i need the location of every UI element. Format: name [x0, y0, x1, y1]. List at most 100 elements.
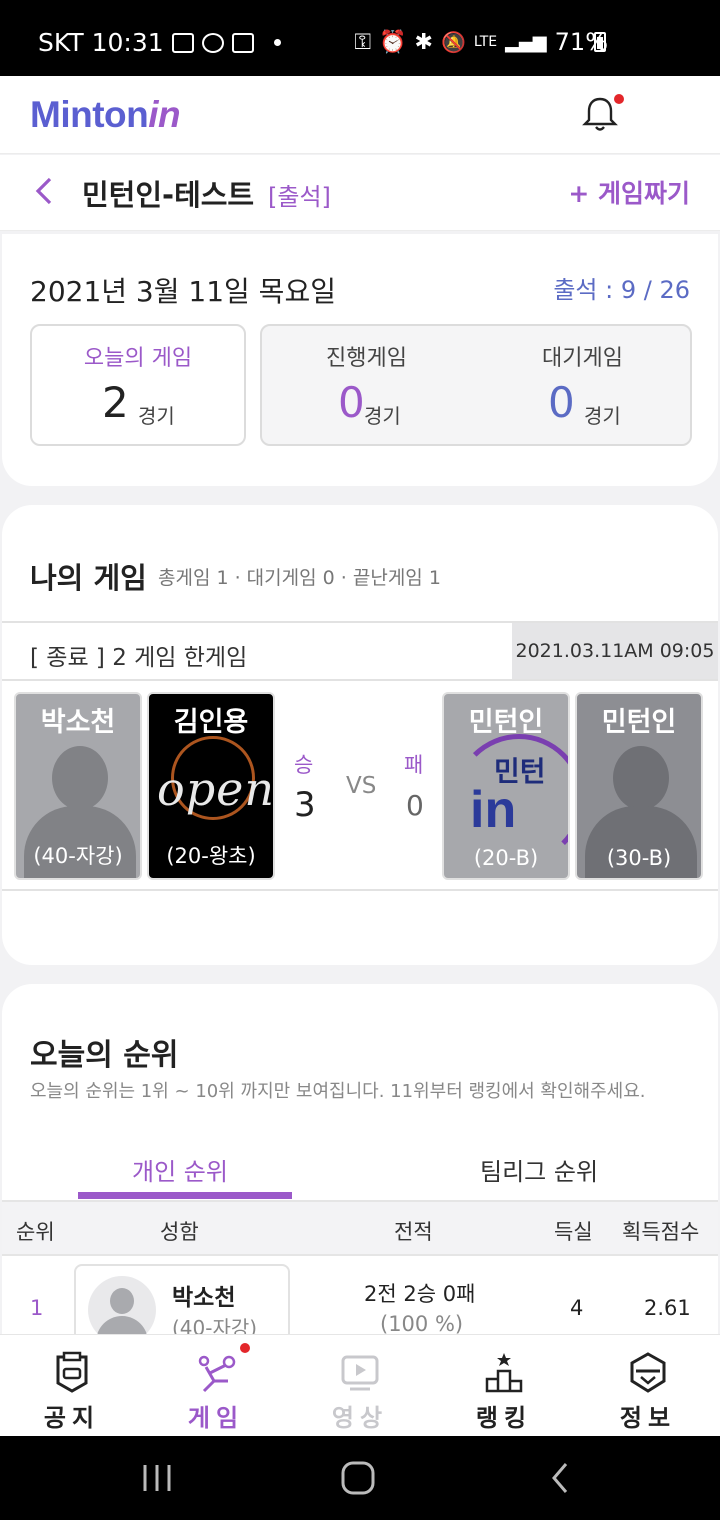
column-name: 성함	[160, 1220, 199, 1244]
today-games-unit: 경기	[138, 404, 175, 428]
nav-ranking[interactable]: 랭킹	[432, 1335, 576, 1437]
ranking-table-header: 순위 성함 전적 득실 획득점수	[2, 1202, 718, 1256]
system-back-icon[interactable]	[546, 1460, 574, 1496]
my-game-title: 나의 게임	[30, 561, 147, 595]
my-game-summary: 총게임 1 · 대기게임 0 · 끝난게임 1	[158, 567, 441, 589]
title-bar: 민턴인-테스트 [출석] + 게임짜기	[0, 155, 720, 231]
battery-icon	[594, 32, 606, 52]
in-progress-unit: 경기	[364, 404, 401, 428]
summary-card: 2021년 3월 11일 목요일 출석 : 9 / 26 오늘의 게임 2 경기…	[2, 234, 718, 486]
podium-icon	[485, 1353, 523, 1393]
ranking-title: 오늘의 순위	[30, 1038, 179, 1073]
versus-label: VS	[346, 773, 377, 799]
lose-score: 0	[406, 789, 424, 822]
player-name: 박소천	[40, 707, 116, 738]
nav-game[interactable]: 게임	[144, 1335, 288, 1437]
player-card[interactable]: open 김인용 (20-왕초)	[147, 692, 275, 880]
signal-icon: ▂▄▆	[505, 31, 547, 53]
nav-notice[interactable]: 공지	[0, 1335, 144, 1437]
create-game-button[interactable]: + 게임짜기	[568, 174, 690, 210]
page-title: 민턴인-테스트	[82, 178, 255, 212]
waiting-label: 대기게임	[542, 346, 623, 371]
nav-label: 랭킹	[475, 1404, 533, 1432]
recent-apps-icon[interactable]	[140, 1462, 174, 1494]
mintonin-logo-in: in	[470, 781, 517, 839]
column-rank: 순위	[16, 1220, 55, 1244]
video-play-icon	[341, 1355, 379, 1391]
nav-label: 공지	[43, 1404, 101, 1432]
column-score: 획득점수	[622, 1220, 700, 1244]
mintonin-app-icon	[231, 32, 254, 53]
bluetooth-icon: ✱	[414, 29, 433, 55]
talk-icon	[201, 32, 224, 53]
player-card[interactable]: 박소천 (40-자강)	[14, 692, 142, 880]
tab-individual-ranking[interactable]: 개인 순위	[132, 1152, 228, 1187]
ranker-name: 박소천	[172, 1285, 236, 1311]
match-status: [ 종료 ] 2 게임 한게임	[30, 645, 248, 671]
in-progress-label: 진행게임	[326, 346, 407, 371]
column-point-diff: 득실	[554, 1220, 593, 1244]
system-navigation-bar	[0, 1436, 720, 1520]
ranking-card: 오늘의 순위 오늘의 순위는 1위 ~ 10위 까지만 보여집니다. 11위부터…	[2, 984, 718, 1344]
waiting-unit: 경기	[584, 404, 621, 428]
nav-video[interactable]: 영상	[288, 1335, 432, 1437]
player-level: (40-자강)	[33, 844, 123, 868]
notification-dot	[614, 94, 624, 104]
mute-icon: 🔕	[440, 30, 466, 54]
logo-main-text: Minton	[30, 94, 149, 135]
today-games-box[interactable]: 오늘의 게임 2 경기	[30, 324, 246, 446]
column-record: 전적	[394, 1220, 433, 1244]
nav-label: 정보	[619, 1404, 677, 1432]
player-name: 김인용	[173, 707, 249, 738]
in-progress-count: 0	[338, 378, 365, 427]
attendance-tag: [출석]	[268, 183, 331, 211]
win-score: 3	[294, 785, 316, 825]
avatar-placeholder-icon	[52, 746, 108, 810]
nav-info[interactable]: 정보	[576, 1335, 720, 1437]
back-arrow-icon[interactable]	[30, 173, 60, 209]
gallery-icon	[171, 32, 194, 53]
my-game-card: 나의 게임 총게임 1 · 대기게임 0 · 끝난게임 1 [ 종료 ] 2 게…	[2, 505, 718, 965]
player-card[interactable]: 민턴인 (30-B)	[575, 692, 703, 880]
home-icon[interactable]	[340, 1460, 376, 1496]
game-date: 2021년 3월 11일 목요일	[30, 275, 336, 308]
notice-shield-icon	[56, 1351, 88, 1393]
ranker-win-rate: (100 %)	[380, 1312, 464, 1336]
player-level: (20-왕초)	[166, 844, 256, 868]
player-level: (30-B)	[606, 846, 672, 870]
active-tab-indicator	[78, 1192, 292, 1199]
tab-team-league-ranking[interactable]: 팀리그 순위	[480, 1152, 598, 1187]
key-icon: ⚿	[354, 29, 372, 55]
clock: 10:31	[91, 28, 164, 57]
app-logo[interactable]: Mintonin	[30, 94, 181, 136]
carrier-label: SKT	[38, 28, 84, 57]
ranker-record: 2전 2승 0패	[364, 1282, 476, 1306]
nav-label: 영상	[331, 1404, 389, 1432]
ranker-score: 2.61	[644, 1296, 691, 1320]
more-notifications-icon	[273, 39, 281, 46]
bottom-navigation: 공지 게임 영상 랭킹 정보	[0, 1334, 720, 1436]
lose-label: 패	[404, 753, 424, 777]
network-label: LTE	[473, 34, 498, 50]
game-notification-dot	[240, 1343, 250, 1353]
neon-open-sign-image: open	[157, 762, 275, 816]
player-name: 민턴인	[468, 707, 544, 738]
today-games-count: 2	[102, 378, 129, 427]
player-level: (20-B)	[473, 846, 539, 870]
win-label: 승	[294, 753, 314, 777]
info-shield-icon	[630, 1352, 666, 1393]
status-bar: SKT 10:31 ⚿ ⏰ ✱ 🔕 LTE ▂▄▆ 71%	[0, 0, 720, 76]
game-status-box[interactable]: 진행게임 0 경기 대기게임 0 경기	[260, 324, 692, 446]
app-header: Mintonin	[0, 76, 720, 201]
divider	[2, 889, 718, 891]
waiting-count: 0	[548, 378, 575, 427]
player-card[interactable]: 민턴 in 민턴인 (20-B)	[442, 692, 570, 880]
player-name: 민턴인	[601, 707, 677, 738]
match-header: [ 종료 ] 2 게임 한게임 2021.03.11AM 09:05	[2, 621, 718, 681]
avatar-placeholder-icon	[613, 746, 669, 810]
attendance-count[interactable]: 출석 : 9 / 26	[553, 270, 690, 305]
rank-number: 1	[30, 1296, 44, 1320]
ranker-profile[interactable]: 박소천 (40-자강)	[74, 1264, 290, 1344]
logo-accent-text: in	[148, 94, 181, 135]
alarm-icon: ⏰	[379, 29, 407, 55]
